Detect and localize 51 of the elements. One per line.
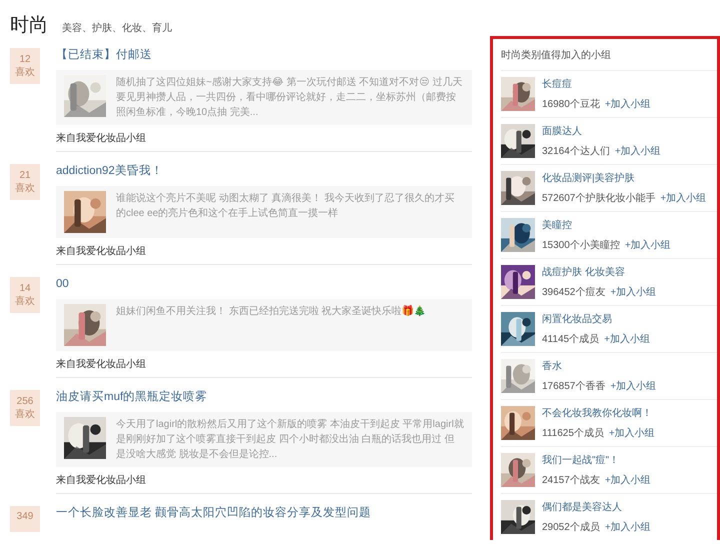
join-group-link[interactable]: +加入小组 [608, 427, 655, 440]
join-group-link[interactable]: +加入小组 [604, 98, 651, 111]
join-group-link[interactable]: +加入小组 [610, 286, 656, 299]
post-excerpt: 今天用了lagirl的散粉然后又用了这个新版的喷雾 本油皮干到起皮 平常用lagirl就是刚刚好加了这个喷雾直接干到起皮 四个小时都没出油 白瓶的话我也用过 但是没啥大感觉 脱妆是不会但是论控... [116, 418, 464, 462]
join-group-link[interactable]: +加入小组 [610, 380, 656, 393]
group-member-count: 41145个成员 [542, 333, 600, 346]
group-name-link[interactable]: 化妆品测评|美容护肤 [542, 172, 706, 185]
post-title-link[interactable]: 00 [56, 277, 472, 292]
group-member-count: 15300个小美瞳控 [542, 239, 620, 252]
group-name-link[interactable]: 闲置化妆品交易 [542, 313, 650, 326]
join-group-link[interactable]: +加入小组 [624, 239, 671, 252]
post-title-link[interactable]: 油皮请买muf的黑瓶定妆喷雾 [56, 390, 472, 405]
likes-badge: 21 喜欢 [10, 164, 40, 200]
group-member-count: 111625个成员 [542, 427, 604, 440]
join-group-link[interactable]: +加入小组 [604, 333, 650, 346]
group-name-link[interactable]: 美瞳控 [542, 219, 671, 232]
group-name-link[interactable]: 香水 [542, 360, 656, 373]
likes-badge: 12 喜欢 [10, 48, 40, 84]
group-member-count: 32164个达人们 [542, 145, 610, 158]
section-title: 时尚 [10, 14, 48, 38]
likes-badge: 256 喜欢 [10, 390, 40, 426]
join-group-link[interactable]: +加入小组 [604, 521, 651, 534]
group-member-count: 24157个战友 [542, 474, 600, 487]
post-excerpt: 随机抽了这四位姐妹~感谢大家支持😂 第一次玩付邮送 不知道对不对😒 过几天要见男神攒人品，一共四份，看中哪份评论就好，走二二，坐标苏州（邮费按照闲鱼标准，今晚10点抽 完美... [116, 76, 464, 120]
post-source: 来自我爱化妆品小组 [56, 238, 472, 265]
likes-badge: 349 [10, 506, 40, 532]
post-source: 来自我爱化妆品小组 [56, 467, 472, 494]
post-title-link[interactable]: 【已结束】付邮送 [56, 48, 472, 63]
post-excerpt: 谁能说这个亮片不美呢 动图太糊了 真滴很美！ 我今天收到了忍了很久的才买的clee ee的亮片色和这个在手上试色简直一摸一样 [116, 192, 456, 221]
group-member-count: 176857个香香 [542, 380, 606, 393]
join-group-link[interactable]: +加入小组 [660, 192, 706, 205]
post-title-link[interactable]: addiction92美昏我！ [56, 164, 472, 179]
join-group-link[interactable]: +加入小组 [604, 474, 651, 487]
join-group-link[interactable]: +加入小组 [614, 145, 661, 158]
post-source: 来自我爱化妆品小组 [56, 125, 472, 152]
group-name-link[interactable]: 面膜达人 [542, 125, 661, 138]
group-member-count: 16980个豆花 [542, 98, 600, 111]
sidebar-title: 时尚类别值得加入的小组 [501, 49, 612, 63]
post-title-link[interactable]: 一个长脸改善显老 颧骨高太阳穴凹陷的妆容分享及发型问题 [56, 506, 472, 521]
likes-badge: 14 喜欢 [10, 277, 40, 313]
group-name-link[interactable]: 长痘痘 [542, 78, 651, 91]
post-excerpt: 姐妹们闲鱼不用关注我！ 东西已经拍完送完啦 祝大家圣诞快乐啦🎁🎄 [116, 304, 426, 319]
group-name-link[interactable]: 偶们都是美容达人 [542, 501, 651, 514]
group-name-link[interactable]: 不会化妆我教你化妆啊！ [542, 407, 655, 420]
group-name-link[interactable]: 我们一起战"痘"！ [542, 454, 651, 467]
group-member-count: 29052个成员 [542, 521, 600, 534]
post-source: 来自我爱化妆品小组 [56, 351, 472, 378]
group-member-count: 572607个护肤化妆小能手 [542, 192, 656, 205]
group-name-link[interactable]: 战痘护肤 化妆美容 [542, 266, 656, 279]
group-member-count: 396452个痘友 [542, 286, 606, 299]
section-tags: 美容、护肤、化妆、育儿 [62, 21, 172, 35]
